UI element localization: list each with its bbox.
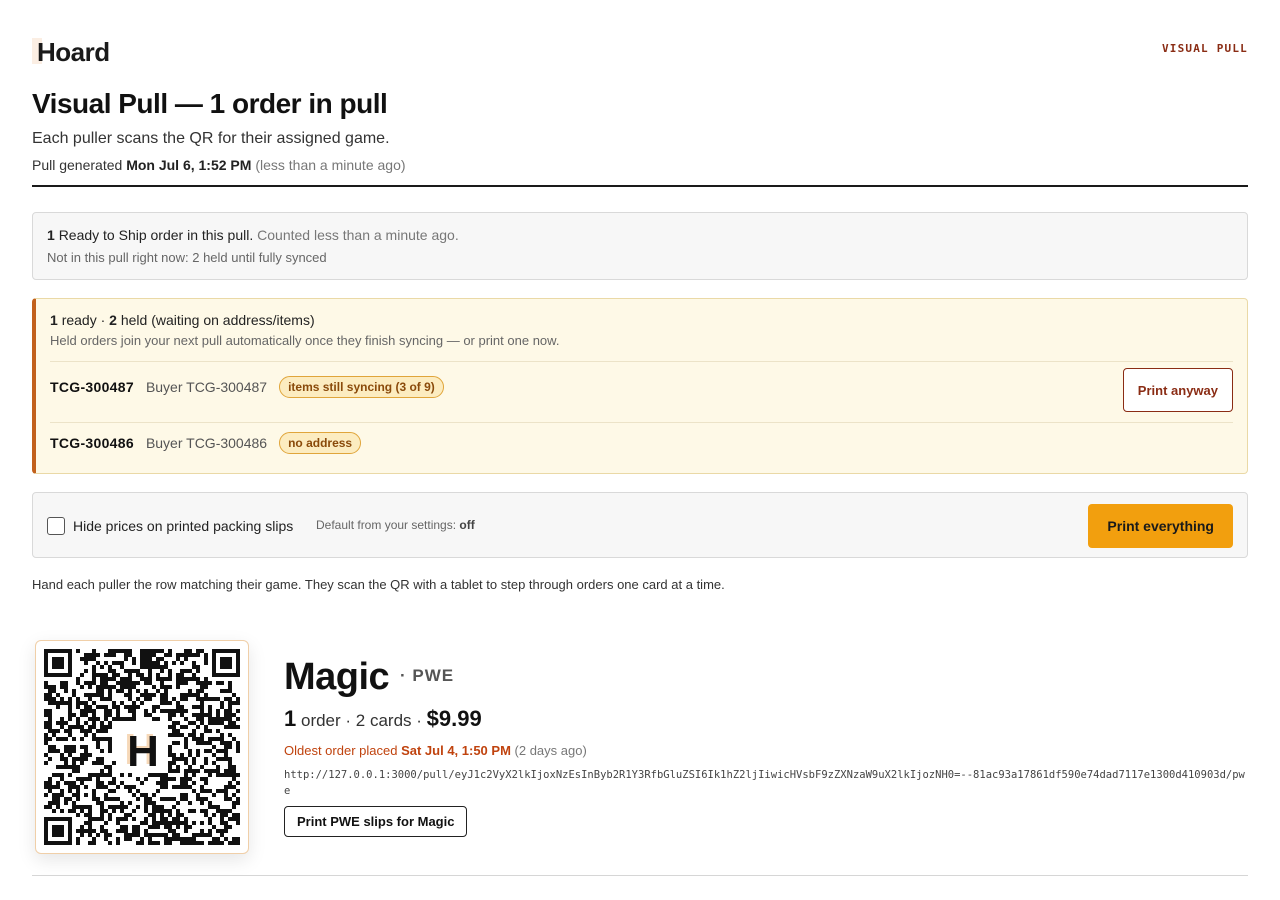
no-address-badge: no address: [279, 431, 362, 454]
syncing-status-badge: items still syncing (3 of 9): [279, 375, 444, 398]
game-name: Magic: [284, 656, 390, 698]
game-total: $9.99: [426, 706, 482, 731]
oldest-order-relative: (2 days ago): [514, 743, 587, 758]
hide-prices-checkbox[interactable]: [47, 517, 65, 535]
shipping-method-tag: · PWE: [400, 666, 455, 685]
logo-text: Hoard: [37, 36, 110, 67]
held-orders-panel: 1 ready · 2 held (waiting on address/ite…: [32, 298, 1248, 474]
summary-excluded-line: Not in this pull right now: 2 held until…: [47, 250, 327, 265]
qr-finder-top-right: [212, 649, 240, 677]
game-order-count: 1: [284, 706, 297, 731]
held-order-id: TCG-300486: [50, 434, 134, 451]
page-title: Visual Pull — 1 order in pull: [32, 88, 388, 119]
held-order-row: TCG-300486 Buyer TCG-300486 no address: [50, 422, 1233, 462]
print-pwe-slips-button[interactable]: Print PWE slips for Magic: [284, 806, 468, 837]
pull-url[interactable]: http://127.0.0.1:3000/pull/eyJ1c2VyX2lkI…: [284, 767, 1248, 799]
game-pull-row: HH Magic · PWE 1 order · 2 cards · $9.99…: [32, 636, 1248, 876]
qr-finder-top-left: [44, 649, 72, 677]
default-setting-note: Default from your settings: off: [316, 518, 475, 532]
oldest-order-line: Oldest order placed Sat Jul 4, 1:50 PM (…: [284, 743, 587, 758]
print-anyway-button[interactable]: Print anyway: [1122, 368, 1233, 412]
app-header: Hoard VISUAL PULL: [32, 34, 1248, 70]
held-summary-line: 1 ready · 2 held (waiting on address/ite…: [50, 312, 1233, 328]
summary-ready-line: 1 Ready to Ship order in this pull. Coun…: [47, 227, 1233, 243]
generated-prefix: Pull generated: [32, 157, 123, 173]
summary-ready-text: Ready to Ship order in this pull.: [58, 227, 254, 243]
held-order-buyer: Buyer TCG-300486: [145, 434, 268, 451]
generated-relative: (less than a minute ago): [255, 157, 406, 173]
pull-summary-panel: 1 Ready to Ship order in this pull. Coun…: [32, 212, 1248, 280]
generated-time: Mon Jul 6, 1:52 PM: [126, 157, 252, 173]
page-mode-tag: VISUAL PULL: [1161, 42, 1248, 55]
held-description: Held orders join your next pull automati…: [50, 333, 560, 348]
held-label: held (waiting on address/items): [120, 312, 315, 328]
print-options-panel: Hide prices on printed packing slips Def…: [32, 492, 1248, 558]
pull-generated-line: Pull generated Mon Jul 6, 1:52 PM (less …: [32, 157, 406, 173]
default-setting-prefix: Default from your settings:: [316, 518, 457, 532]
held-count: 2: [109, 312, 117, 328]
oldest-order-prefix: Oldest order placed: [284, 743, 398, 758]
summary-counted-text: Counted less than a minute ago.: [257, 227, 459, 243]
qr-finder-bottom-left: [44, 817, 72, 845]
default-setting-value: off: [459, 518, 475, 532]
held-order-id: TCG-300487: [50, 378, 134, 395]
pull-qr-code: HH: [35, 640, 249, 854]
game-stats: 1 order · 2 cards · $9.99: [284, 706, 482, 732]
held-order-buyer: Buyer TCG-300487: [145, 378, 268, 395]
game-order-label: order · 2 cards ·: [300, 711, 422, 730]
header-divider: [32, 185, 1248, 187]
puller-instructions: Hand each puller the row matching their …: [32, 577, 725, 592]
page-subtitle: Each puller scans the QR for their assig…: [32, 130, 390, 147]
qr-code-graphic: HH: [44, 649, 240, 845]
oldest-order-date: Sat Jul 4, 1:50 PM: [401, 743, 511, 758]
hoard-logo[interactable]: Hoard: [32, 36, 110, 68]
held-ready-label: ready ·: [61, 312, 106, 328]
qr-logo-letter: H: [127, 727, 159, 776]
summary-ready-count: 1: [47, 227, 55, 243]
held-order-row: TCG-300487 Buyer TCG-300487 items still …: [50, 361, 1233, 412]
print-everything-button[interactable]: Print everything: [1088, 504, 1233, 548]
held-ready-count: 1: [50, 312, 58, 328]
hide-prices-label[interactable]: Hide prices on printed packing slips: [73, 518, 293, 534]
